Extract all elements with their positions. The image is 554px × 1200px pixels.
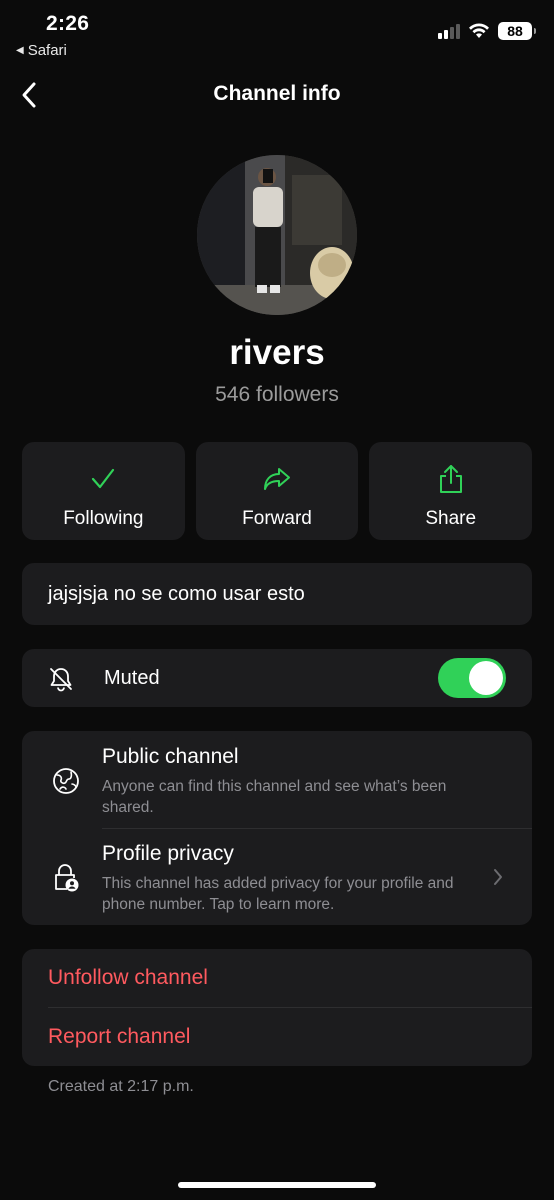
following-button[interactable]: Following xyxy=(22,442,185,540)
forward-label: Forward xyxy=(242,508,312,529)
bell-muted-icon xyxy=(48,666,74,697)
back-triangle-icon: ◀ xyxy=(16,45,24,56)
channel-name: rivers xyxy=(229,333,325,372)
wifi-icon xyxy=(469,23,489,38)
back-app-label: Safari xyxy=(27,42,67,59)
profile-privacy-title: Profile privacy xyxy=(102,842,234,865)
following-label: Following xyxy=(63,508,144,529)
toggle-knob xyxy=(469,661,503,695)
home-indicator[interactable] xyxy=(178,1182,376,1188)
followers-count: 546 followers xyxy=(215,383,339,406)
channel-description: jajsjsja no se como usar esto xyxy=(22,563,532,625)
checkmark-icon xyxy=(92,468,115,489)
forward-arrow-icon xyxy=(264,468,290,490)
status-indicators: 88 xyxy=(438,22,536,40)
nav-bar: Channel info xyxy=(0,70,554,120)
action-row: Following Forward Share xyxy=(22,442,533,540)
report-channel-button[interactable]: Report channel xyxy=(48,1025,190,1049)
chevron-right-icon xyxy=(492,867,504,892)
muted-row[interactable]: Muted xyxy=(22,649,532,707)
profile-privacy-subtitle: This channel has added privacy for your … xyxy=(102,875,454,913)
status-time: 2:26 xyxy=(46,12,90,35)
created-at-text: Created at 2:17 p.m. xyxy=(48,1078,194,1095)
status-bar: 2:26 ◀ Safari 88 xyxy=(0,0,554,66)
public-channel-title: Public channel xyxy=(102,745,239,768)
back-to-app-link[interactable]: ◀ Safari xyxy=(16,42,67,59)
avatar-photo xyxy=(197,155,357,315)
share-button[interactable]: Share xyxy=(369,442,533,540)
channel-avatar[interactable] xyxy=(197,155,357,315)
muted-toggle[interactable] xyxy=(438,658,506,698)
cellular-signal-icon xyxy=(438,23,460,39)
share-icon xyxy=(439,465,462,493)
divider xyxy=(48,1007,532,1008)
public-channel-row: Public channel Anyone can find this chan… xyxy=(22,731,532,828)
page-title: Channel info xyxy=(213,82,341,105)
profile-privacy-row[interactable]: Profile privacy This channel has added p… xyxy=(22,829,532,925)
danger-section: Unfollow channel Report channel xyxy=(22,949,532,1066)
public-channel-subtitle: Anyone can find this channel and see wha… xyxy=(102,778,447,816)
lock-person-icon xyxy=(52,863,80,898)
muted-label: Muted xyxy=(104,667,160,689)
unfollow-channel-button[interactable]: Unfollow channel xyxy=(48,966,208,990)
share-label: Share xyxy=(425,508,477,529)
globe-icon xyxy=(52,767,80,800)
forward-button[interactable]: Forward xyxy=(195,442,359,540)
battery-indicator: 88 xyxy=(498,22,536,40)
privacy-section: Public channel Anyone can find this chan… xyxy=(22,731,532,925)
